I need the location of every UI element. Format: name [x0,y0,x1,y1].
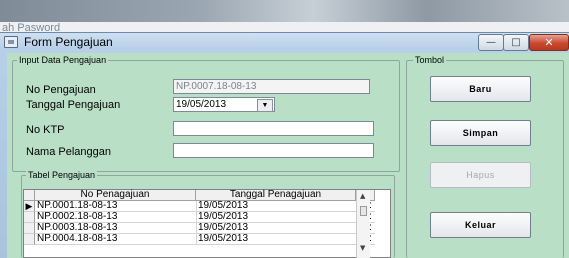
table-row[interactable]: NP.0001.18-08-13 19/05/2013 12: [35,201,375,212]
grid-corner [24,190,35,201]
cell-tanggal: 19/05/2013 [198,223,249,233]
tanggal-pengajuan-picker[interactable]: 19/05/2013 ▼ [173,97,275,112]
no-ktp-label: No KTP [26,124,65,136]
outer-window-titlebar [0,0,569,22]
current-row-indicator: ▶ [24,201,35,212]
tanggal-pengajuan-value: 19/05/2013 [176,99,227,110]
chevron-down-icon[interactable]: ▼ [257,99,273,112]
maximize-icon: □ [511,37,521,48]
table-row[interactable]: NP.0004.18-08-13 19/05/2013 12: [35,234,375,245]
row-indicator [24,223,35,234]
no-pengajuan-field[interactable]: NP.0007.18-08-13 [173,79,370,94]
cell-tanggal: 19/05/2013 [198,201,249,211]
close-button[interactable]: ✕ [529,34,569,51]
row-indicator [24,234,35,245]
baru-button[interactable]: Baru [430,76,531,102]
row-indicator [24,212,35,223]
nama-pelanggan-label: Nama Pelanggan [26,146,112,158]
tabel-group-legend: Tabel Pengajuan [26,169,98,181]
simpan-button[interactable]: Simpan [430,120,531,146]
maximize-button[interactable]: □ [503,34,529,51]
close-icon: ✕ [544,36,554,49]
cell-tanggal: 19/05/2013 [198,234,249,244]
table-row[interactable]: NP.0002.18-08-13 19/05/2013 12: [35,212,375,223]
scrollbar-thumb[interactable] [360,206,367,216]
table-row[interactable]: NP.0003.18-08-13 19/05/2013 12: [35,223,375,234]
tanggal-pengajuan-label: Tanggal Pengajuan [26,99,121,111]
minimize-button[interactable]: — [478,34,504,51]
cell-no-pengajuan: NP.0002.18-08-13 [37,212,118,222]
scroll-up-arrow-icon[interactable]: ▲ [360,192,365,200]
input-group-legend: Input Data Pengajuan [17,54,109,66]
minimize-icon: — [486,37,496,48]
cell-tanggal: 19/05/2013 [198,212,249,222]
window-title: Form Pengajuan [24,35,113,49]
cell-no-pengajuan: NP.0001.18-08-13 [37,201,118,211]
column-divider [196,201,197,245]
nama-pelanggan-field[interactable] [173,143,374,158]
no-pengajuan-label: No Pengajuan [26,84,96,96]
cell-no-pengajuan: NP.0003.18-08-13 [37,223,118,233]
tombol-group-legend: Tombol [413,54,447,66]
keluar-button[interactable]: Keluar [430,212,531,238]
cell-no-pengajuan: NP.0004.18-08-13 [37,234,118,244]
scroll-down-arrow-icon[interactable]: ▼ [360,244,365,252]
column-header-tanggal[interactable]: Tanggal Penagajuan [196,190,356,201]
form-icon [4,36,18,48]
grid-vertical-scrollbar[interactable]: ▲ ▼ [356,190,370,258]
no-ktp-field[interactable] [173,121,374,136]
column-header-no-pengajuan[interactable]: No Penagajuan [35,190,196,201]
hapus-button[interactable]: Hapus [430,162,531,188]
pengajuan-grid[interactable]: No Penagajuan Tanggal Penagajuan No K ▶ … [23,189,391,258]
